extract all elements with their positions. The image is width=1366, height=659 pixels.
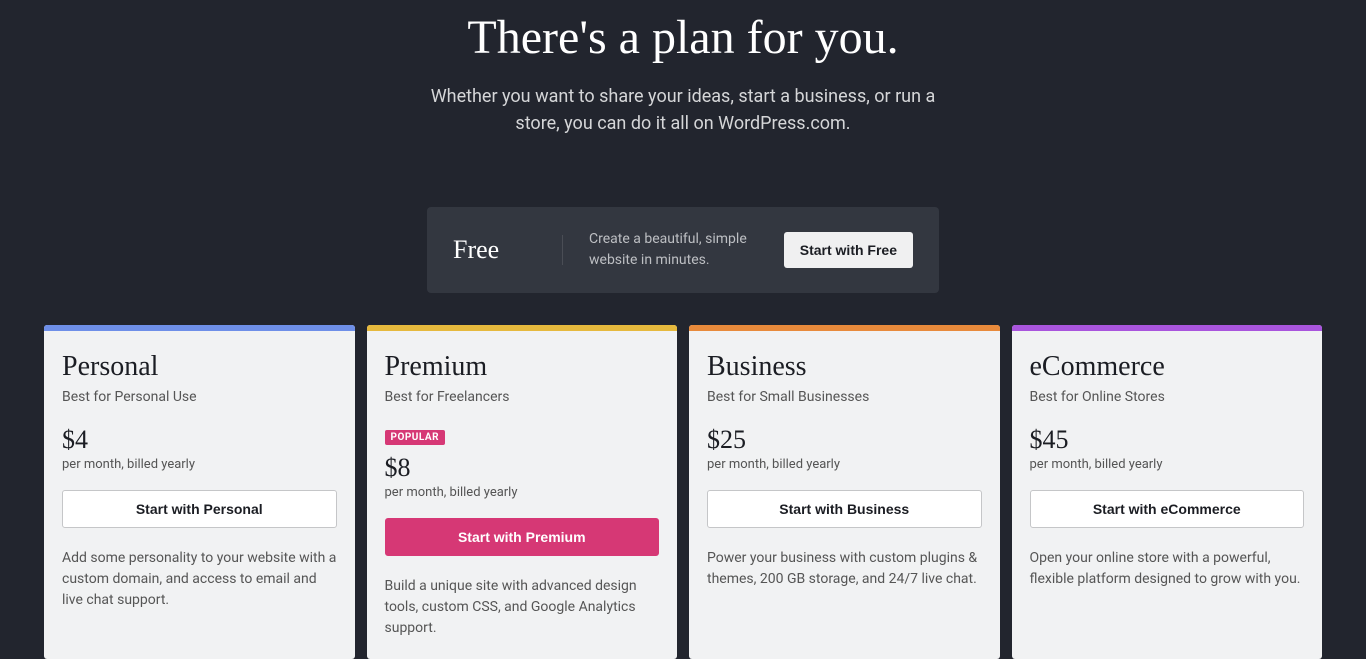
page-subtitle: Whether you want to share your ideas, st… xyxy=(423,83,943,137)
plan-tagline: Best for Small Businesses xyxy=(707,389,982,405)
free-plan-desc: Create a beautiful, simple website in mi… xyxy=(563,229,784,271)
plan-content: Personal Best for Personal Use $4 per month… xyxy=(44,331,355,631)
plan-tagline: Best for Freelancers xyxy=(385,389,660,405)
hero-section: There's a plan for you. Whether you want… xyxy=(0,0,1366,137)
plans-grid: Personal Best for Personal Use $4 per month… xyxy=(0,325,1366,659)
free-plan-name: Free xyxy=(453,235,563,265)
plan-content: eCommerce Best for Online Stores $45 per mo… xyxy=(1012,331,1323,610)
plan-description: Build a unique site with advanced design… xyxy=(385,576,660,639)
plan-price: $8 xyxy=(385,453,660,483)
plan-tagline: Best for Personal Use xyxy=(62,389,337,405)
free-plan-card: Free Create a beautiful, simple website … xyxy=(427,207,939,293)
plan-billing: per month, billed yearly xyxy=(707,457,982,472)
plan-billing: per month, billed yearly xyxy=(62,457,337,472)
start-business-button[interactable]: Start with Business xyxy=(707,490,982,528)
start-personal-button[interactable]: Start with Personal xyxy=(62,490,337,528)
plan-price: $45 xyxy=(1030,425,1305,455)
plan-description: Power your business with custom plugins … xyxy=(707,548,982,590)
plan-description: Open your online store with a powerful, … xyxy=(1030,548,1305,590)
plan-name: Personal xyxy=(62,351,337,383)
page-title: There's a plan for you. xyxy=(0,10,1366,65)
popular-badge: POPULAR xyxy=(385,430,446,445)
plan-content: Business Best for Small Businesses $25 per … xyxy=(689,331,1000,610)
plan-price: $25 xyxy=(707,425,982,455)
plan-tagline: Best for Online Stores xyxy=(1030,389,1305,405)
plan-content: Premium Best for Freelancers POPULAR $8 per … xyxy=(367,331,678,659)
plan-billing: per month, billed yearly xyxy=(1030,457,1305,472)
start-premium-button[interactable]: Start with Premium xyxy=(385,518,660,556)
plan-name: Premium xyxy=(385,351,660,383)
plan-card-business: Business Best for Small Businesses $25 per … xyxy=(689,325,1000,659)
plan-card-premium: Premium Best for Freelancers POPULAR $8 per … xyxy=(367,325,678,659)
plan-card-personal: Personal Best for Personal Use $4 per month… xyxy=(44,325,355,659)
plan-card-ecommerce: eCommerce Best for Online Stores $45 per mo… xyxy=(1012,325,1323,659)
plan-name: eCommerce xyxy=(1030,351,1305,383)
start-ecommerce-button[interactable]: Start with eCommerce xyxy=(1030,490,1305,528)
plan-billing: per month, billed yearly xyxy=(385,485,660,500)
start-free-button[interactable]: Start with Free xyxy=(784,232,913,268)
plan-name: Business xyxy=(707,351,982,383)
plan-price: $4 xyxy=(62,425,337,455)
plan-description: Add some personality to your website wit… xyxy=(62,548,337,611)
